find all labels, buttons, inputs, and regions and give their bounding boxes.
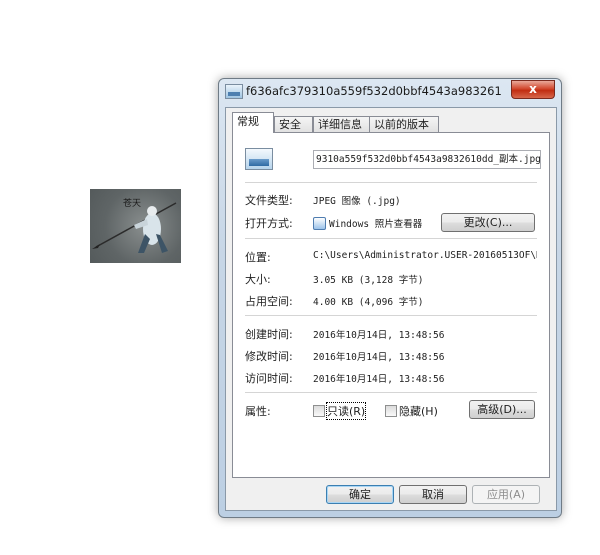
modified-label: 修改时间: bbox=[245, 350, 293, 363]
accessed-label: 访问时间: bbox=[245, 372, 293, 385]
size-value: 3.05 KB (3,128 字节) bbox=[313, 275, 424, 286]
separator bbox=[245, 182, 537, 183]
ok-button[interactable]: 确定 bbox=[326, 485, 394, 504]
separator bbox=[245, 392, 537, 393]
separator bbox=[245, 315, 537, 316]
window-title: f636afc379310a559f532d0bbf4543a9832610dd… bbox=[246, 84, 501, 98]
image-file-icon bbox=[245, 148, 273, 170]
tab-general[interactable]: 常规 bbox=[232, 112, 274, 133]
created-value: 2016年10月14日, 13:48:56 bbox=[313, 330, 445, 341]
open-with-label: 打开方式: bbox=[245, 217, 293, 230]
hidden-checkbox[interactable] bbox=[385, 405, 397, 417]
separator bbox=[245, 238, 537, 239]
tab-details[interactable]: 详细信息 bbox=[313, 116, 375, 132]
close-button[interactable]: x bbox=[511, 80, 555, 99]
general-panel: 9310a559f532d0bbf4543a9832610dd_副本.jpg 文… bbox=[232, 132, 550, 478]
location-label: 位置: bbox=[245, 251, 271, 264]
attributes-label: 属性: bbox=[245, 405, 271, 418]
location-value: C:\Users\Administrator.USER-20160513OF\D… bbox=[313, 250, 537, 261]
cancel-button[interactable]: 取消 bbox=[399, 485, 467, 504]
image-file-icon bbox=[225, 84, 243, 99]
readonly-label[interactable]: 只读(R) bbox=[325, 402, 367, 420]
file-type-value: JPEG 图像 (.jpg) bbox=[313, 196, 401, 207]
dialog-client-area: 常规 安全 详细信息 以前的版本 9310a559f532d0bbf4543a9… bbox=[225, 107, 557, 511]
change-button[interactable]: 更改(C)... bbox=[441, 213, 535, 232]
image-thumbnail: 苍天 bbox=[90, 189, 181, 263]
size-label: 大小: bbox=[245, 273, 271, 286]
size-on-disk-label: 占用空间: bbox=[245, 295, 293, 308]
hidden-label[interactable]: 隐藏(H) bbox=[399, 403, 438, 419]
warrior-image: 苍天 bbox=[92, 197, 177, 253]
tab-security[interactable]: 安全 bbox=[274, 116, 313, 132]
title-bar[interactable]: f636afc379310a559f532d0bbf4543a9832610dd… bbox=[219, 79, 561, 103]
modified-value: 2016年10月14日, 13:48:56 bbox=[313, 352, 445, 363]
properties-dialog: f636afc379310a559f532d0bbf4543a9832610dd… bbox=[218, 78, 562, 518]
advanced-button[interactable]: 高级(D)... bbox=[469, 400, 535, 419]
size-on-disk-value: 4.00 KB (4,096 字节) bbox=[313, 297, 424, 308]
open-with-value: Windows 照片查看器 bbox=[329, 219, 423, 230]
accessed-value: 2016年10月14日, 13:48:56 bbox=[313, 374, 445, 385]
tab-previous-versions[interactable]: 以前的版本 bbox=[369, 116, 439, 132]
file-name-field[interactable]: 9310a559f532d0bbf4543a9832610dd_副本.jpg bbox=[313, 150, 541, 169]
photo-viewer-icon bbox=[313, 217, 326, 230]
created-label: 创建时间: bbox=[245, 328, 293, 341]
apply-button[interactable]: 应用(A) bbox=[472, 485, 540, 504]
file-type-label: 文件类型: bbox=[245, 194, 293, 207]
thumbnail-caption: 苍天 bbox=[123, 197, 141, 209]
readonly-checkbox[interactable] bbox=[313, 405, 325, 417]
